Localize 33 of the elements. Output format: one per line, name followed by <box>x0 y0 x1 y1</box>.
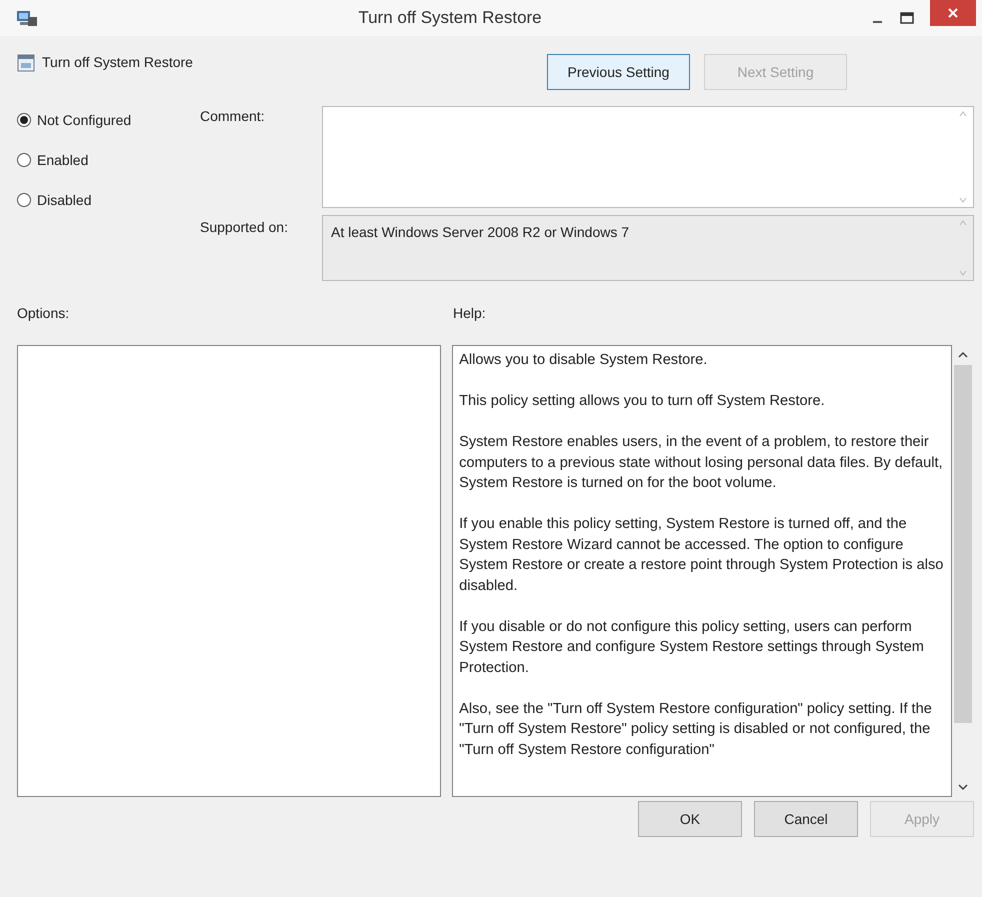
options-label: Options: <box>17 304 70 323</box>
help-paragraph: This policy setting allows you to turn off System Restore. <box>459 392 826 411</box>
dialog-button[interactable]: Cancel <box>754 801 858 837</box>
scroll-up-icon[interactable] <box>958 351 968 359</box>
comment-label: Comment: <box>200 107 266 126</box>
policy-name: Turn off System Restore <box>42 53 193 72</box>
setting-nav-button[interactable]: Previous Setting <box>547 54 690 90</box>
dialog-button[interactable]: OK <box>638 801 742 837</box>
help-paragraph: Allows you to disable System Restore. <box>459 351 708 370</box>
help-paragraph: Also, see the "Turn off System Restore configuration" policy setting. If the "Turn off System Restore" policy setting is disabled or not configured, the "Turn off System Restore configuration" <box>459 700 933 760</box>
comment-field[interactable] <box>322 106 974 208</box>
help-paragraph: System Restore enables users, in the event of a problem, to restore their computers to a previous state without losing personal data files. By default, System Restore is turned on for the boot volume. <box>459 433 944 493</box>
computer-icon <box>16 9 38 27</box>
help-label: Help: <box>453 304 486 323</box>
scroll-down-icon[interactable] <box>958 783 968 791</box>
supported-on-value: At least Windows Server 2008 R2 or Windows 7 <box>331 224 630 240</box>
scroll-down-icon <box>959 197 967 203</box>
supported-on-label: Supported on: <box>200 218 289 237</box>
minimize-icon <box>872 21 882 23</box>
help-paragraph: If you disable or do not configure this policy setting, users can perform System Restore and configure System Restore settings through System Protection. <box>459 618 925 678</box>
policy-icon <box>17 54 35 72</box>
window-title: Turn off System Restore <box>358 8 542 28</box>
state-radio[interactable]: Enabled <box>17 140 200 180</box>
maximize-icon <box>900 12 914 24</box>
scrollbar-thumb[interactable] <box>954 365 972 723</box>
close-button[interactable] <box>930 0 976 26</box>
close-icon <box>947 7 959 19</box>
help-paragraph: If you enable this policy setting, System Restore is turned off, and the System Restore Wizard cannot be accessed. The option to configure System Restore or create a restore point through System Protection is also disabled. <box>459 515 944 596</box>
state-radio[interactable]: Disabled <box>17 180 200 220</box>
state-radio[interactable]: Not Configured <box>17 100 200 140</box>
scroll-down-icon <box>959 270 967 276</box>
scroll-up-icon <box>959 220 967 226</box>
scroll-up-icon <box>959 111 967 117</box>
